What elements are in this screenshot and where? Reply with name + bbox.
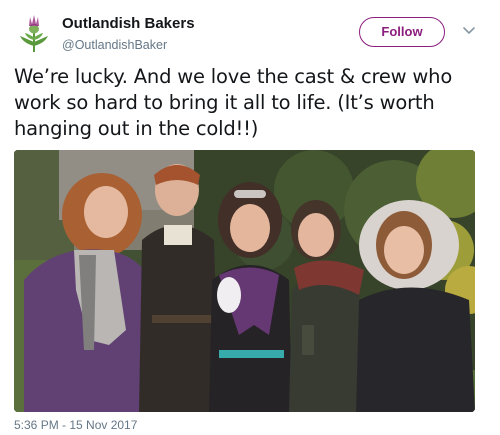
author-handle[interactable]: @OutlandishBaker <box>62 36 195 54</box>
tweet-text: We’re lucky. And we love the cast & crew… <box>14 65 453 140</box>
follow-button[interactable]: Follow <box>359 17 445 47</box>
avatar[interactable] <box>12 12 56 56</box>
tweet-timestamp[interactable]: 5:36 PM - 15 Nov 2017 <box>14 417 137 433</box>
tweet-header: Outlandish Bakers @OutlandishBaker Follo… <box>12 12 488 56</box>
tweet-photo[interactable] <box>14 150 475 412</box>
group-photo-image <box>14 150 475 412</box>
author-display-name[interactable]: Outlandish Bakers <box>62 14 195 34</box>
tweet-menu-button[interactable] <box>461 22 477 38</box>
chevron-down-icon <box>463 27 475 34</box>
thistle-icon <box>20 15 48 52</box>
